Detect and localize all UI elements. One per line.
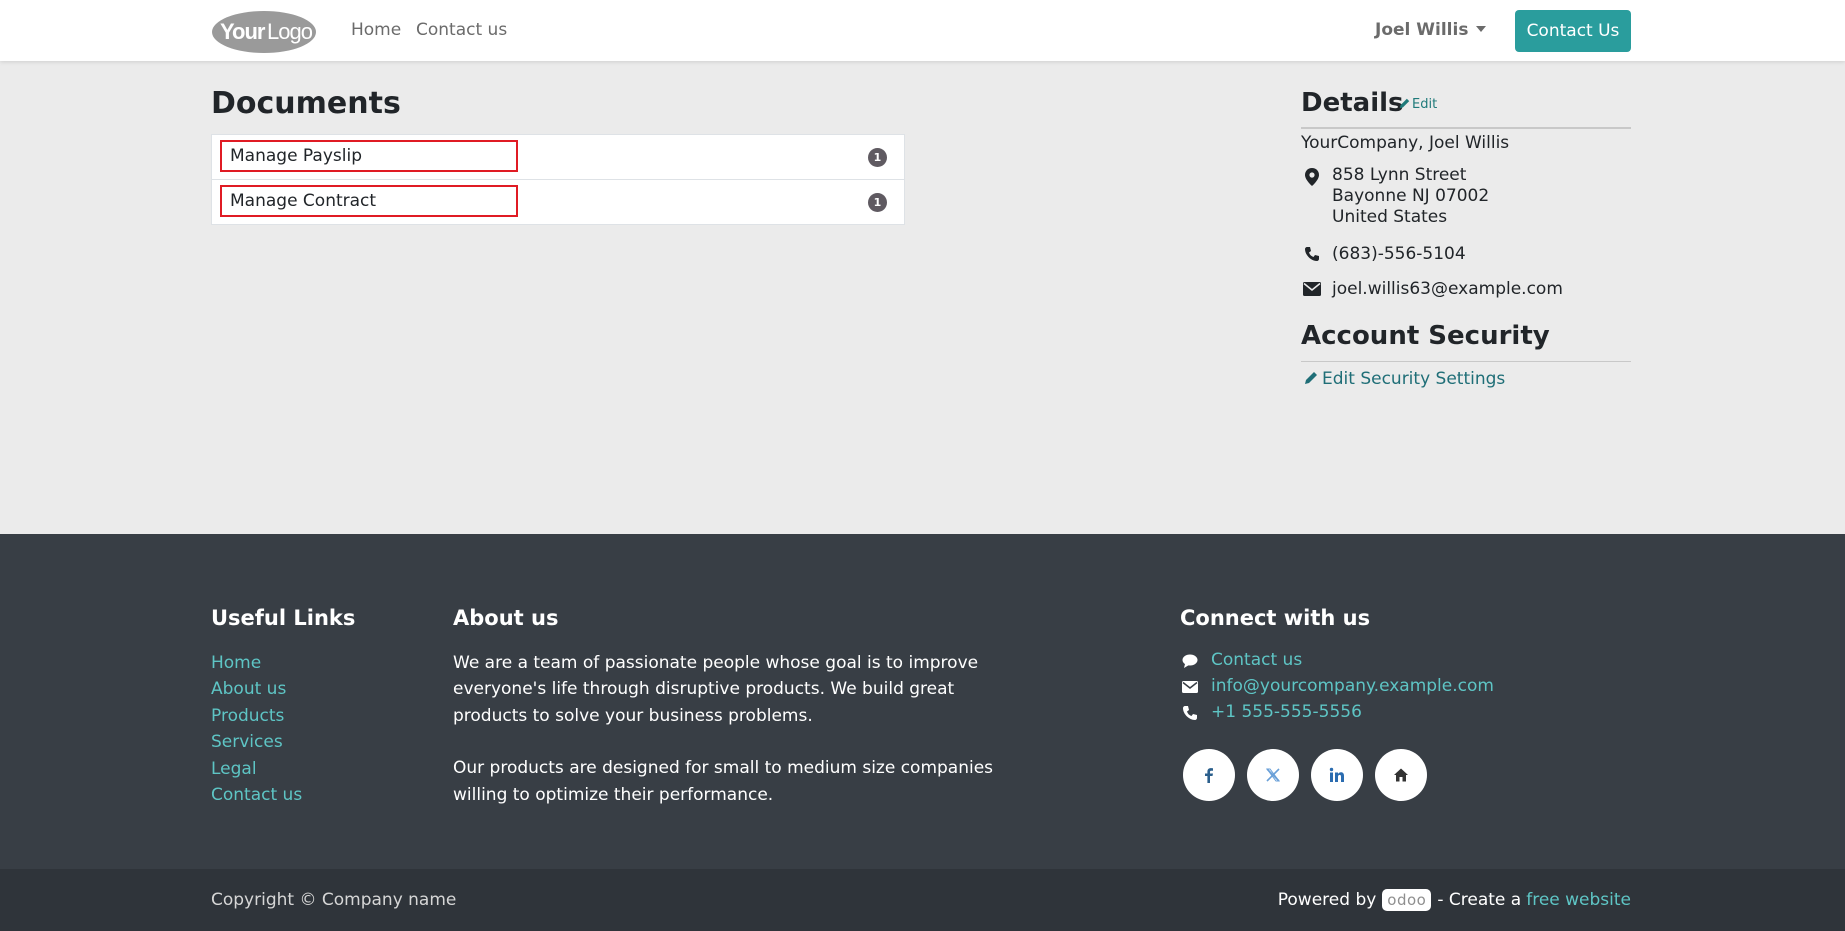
address-line: 858 Lynn Street — [1332, 165, 1467, 185]
powered-by-label: Powered by — [1277, 890, 1377, 910]
home-button[interactable] — [1375, 749, 1427, 801]
account-security-title: Account Security — [1301, 321, 1550, 351]
nav-home-link[interactable]: Home — [351, 20, 401, 40]
odoo-logo[interactable]: odoo — [1382, 889, 1432, 911]
document-row-payslip[interactable]: Manage Payslip 1 — [212, 135, 904, 180]
footer-link-contact[interactable]: Contact us — [211, 782, 302, 808]
site-header: Your Logo Home Contact us Joel Willis Co… — [0, 0, 1845, 61]
copyright-bar: Copyright © Company name Powered by odoo… — [0, 869, 1845, 931]
phone-number: (683)-556-5104 — [1332, 244, 1466, 264]
contact-us-button[interactable]: Contact Us — [1515, 10, 1631, 52]
address-line: Bayonne NJ 07002 — [1332, 186, 1490, 206]
document-label-payslip[interactable]: Manage Payslip — [220, 140, 518, 172]
useful-links-title: Useful Links — [211, 606, 356, 630]
about-paragraph: We are a team of passionate people whose… — [453, 653, 979, 726]
linkedin-icon — [1329, 767, 1344, 782]
pencil-icon — [1399, 98, 1410, 109]
footer-email-label: info@yourcompany.example.com — [1211, 676, 1494, 696]
footer-link-services[interactable]: Services — [211, 729, 302, 755]
svg-text:Logo: Logo — [267, 19, 313, 44]
footer-contact-label: Contact us — [1211, 650, 1303, 670]
facebook-icon — [1205, 768, 1213, 783]
x-twitter-button[interactable] — [1247, 749, 1299, 801]
site-footer: Useful Links About us Connect with us Ho… — [0, 534, 1845, 869]
edit-security-label: Edit Security Settings — [1322, 369, 1506, 389]
documents-title: Documents — [211, 86, 401, 121]
document-label-contract[interactable]: Manage Contract — [220, 185, 518, 217]
email-address: joel.willis63@example.com — [1332, 279, 1563, 299]
nav-contact-link[interactable]: Contact us — [416, 20, 507, 40]
powered-by: Powered by odoo - Create a free website — [1278, 889, 1631, 911]
security-divider — [1301, 361, 1631, 362]
free-website-link[interactable]: free website — [1526, 890, 1631, 910]
footer-link-products[interactable]: Products — [211, 703, 302, 729]
user-name: Joel Willis — [1375, 20, 1469, 40]
details-title: Details — [1301, 88, 1404, 118]
footer-phone-link[interactable]: +1 555-555-5556 — [1180, 702, 1480, 726]
svg-text:Your: Your — [220, 19, 266, 44]
document-count-badge: 1 — [868, 148, 887, 167]
home-icon — [1394, 768, 1408, 782]
useful-links-list: Home About us Products Services Legal Co… — [211, 650, 302, 808]
connect-title: Connect with us — [1180, 606, 1371, 630]
document-row-contract[interactable]: Manage Contract 1 — [212, 180, 904, 224]
phone-icon — [1183, 706, 1197, 720]
documents-list: Manage Payslip 1 Manage Contract 1 — [211, 134, 905, 225]
facebook-button[interactable] — [1183, 749, 1235, 801]
footer-phone-label: +1 555-555-5556 — [1211, 702, 1362, 722]
map-marker-icon — [1305, 168, 1319, 186]
about-us-text: We are a team of passionate people whose… — [453, 650, 1033, 808]
x-twitter-icon — [1266, 768, 1280, 782]
pencil-icon — [1305, 372, 1317, 384]
edit-security-settings-link[interactable]: Edit Security Settings — [1304, 369, 1505, 389]
details-edit-link[interactable]: Edit — [1399, 97, 1437, 112]
copyright-text: Copyright © Company name — [211, 890, 457, 910]
footer-link-home[interactable]: Home — [211, 650, 302, 676]
create-a-label: - Create a — [1437, 890, 1522, 910]
footer-email-link[interactable]: info@yourcompany.example.com — [1180, 676, 1494, 700]
caret-down-icon — [1476, 26, 1487, 32]
company-logo[interactable]: Your Logo — [211, 10, 317, 54]
user-menu-dropdown[interactable]: Joel Willis — [1375, 20, 1487, 40]
footer-link-legal[interactable]: Legal — [211, 756, 302, 782]
footer-contact-link[interactable]: Contact us — [1180, 650, 1480, 674]
about-paragraph: Our products are designed for small to m… — [453, 758, 994, 805]
about-us-title: About us — [453, 606, 559, 630]
document-count-badge: 1 — [868, 193, 887, 212]
envelope-icon — [1182, 681, 1198, 693]
comment-icon — [1182, 654, 1198, 668]
company-name: YourCompany, Joel Willis — [1301, 133, 1510, 153]
address-line: United States — [1332, 207, 1448, 227]
footer-link-about[interactable]: About us — [211, 676, 302, 702]
envelope-icon — [1303, 282, 1321, 296]
details-edit-label: Edit — [1412, 97, 1438, 112]
details-divider — [1301, 127, 1631, 129]
phone-icon — [1305, 247, 1319, 261]
address-block: 858 Lynn Street Bayonne NJ 07002 United … — [1332, 165, 1489, 228]
linkedin-button[interactable] — [1311, 749, 1363, 801]
